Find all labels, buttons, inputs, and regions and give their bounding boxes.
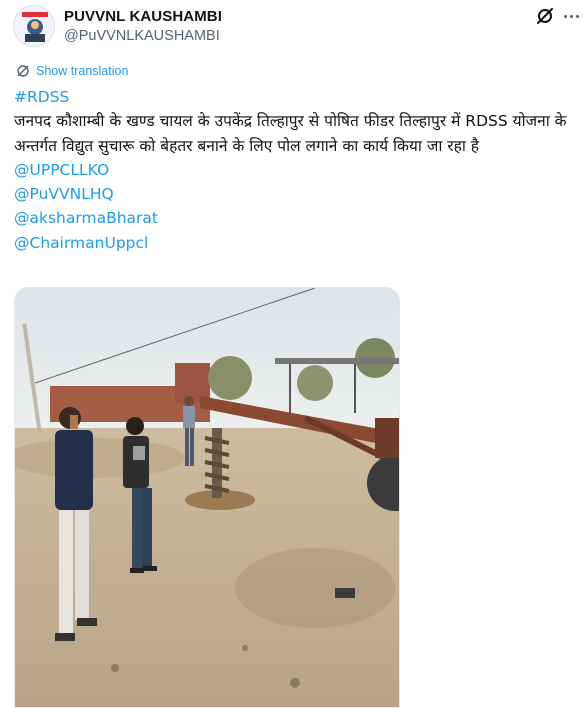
grok-icon[interactable] [535,6,555,26]
mention-link[interactable]: @UPPCLLKO [14,158,574,182]
show-translation-label: Show translation [36,64,129,78]
author-handle[interactable]: @PuVVNLKAUSHAMBI [64,28,220,44]
avatar[interactable] [13,5,55,47]
translate-icon [17,65,29,77]
post-text: #RDSS जनपद कौशाम्बी के खण्ड चायल के उपके… [14,85,574,255]
post-header: PUVVNL KAUSHAMBI @PuVVNLKAUSHAMBI [0,0,583,56]
mention-link[interactable]: @aksharmaBharat [14,206,574,230]
mention-link[interactable]: @PuVVNLHQ [14,182,574,206]
show-translation[interactable]: Show translation [16,63,128,79]
hashtag-link[interactable]: #RDSS [14,85,574,109]
more-options-icon[interactable] [562,8,580,24]
author-name[interactable]: PUVVNL KAUSHAMBI [64,8,222,25]
avatar-image [14,6,54,46]
post-photo[interactable] [14,287,400,708]
mention-link[interactable]: @ChairmanUppcl [14,231,574,255]
post-body: जनपद कौशाम्बी के खण्ड चायल के उपकेंद्र त… [14,112,567,155]
